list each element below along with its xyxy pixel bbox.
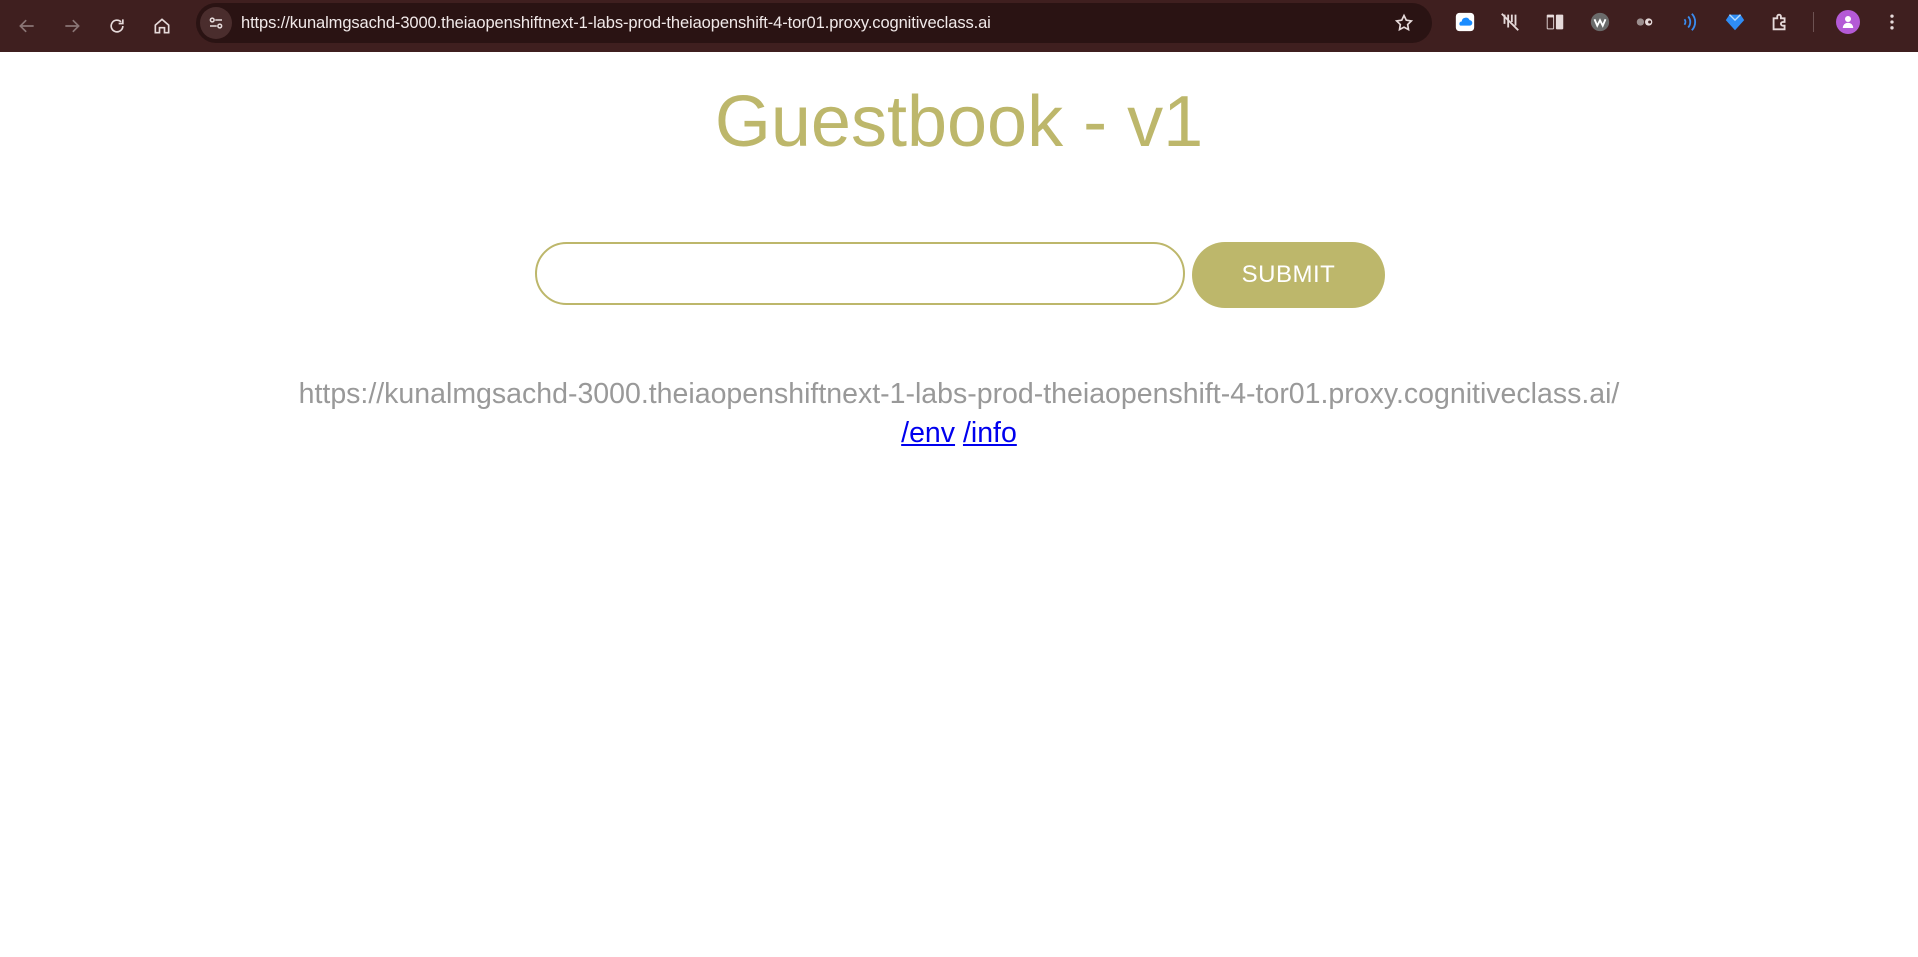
tune-icon — [209, 17, 223, 29]
gem-extension[interactable] — [1723, 10, 1747, 34]
gem-icon — [1725, 14, 1745, 31]
wifi-signal-icon — [1683, 13, 1696, 31]
bookmark-button[interactable] — [1392, 11, 1416, 35]
toggle-icon — [1636, 18, 1653, 26]
guestbook-entry-input[interactable] — [535, 242, 1185, 305]
home-icon — [154, 18, 170, 34]
info-link[interactable]: /info — [963, 417, 1017, 449]
w-logo-icon — [1590, 12, 1610, 32]
url-text[interactable]: https://kunalmgsachd-3000.theiaopenshift… — [241, 3, 991, 43]
site-info-button[interactable] — [200, 7, 232, 39]
profile-button[interactable] — [1836, 10, 1860, 34]
home-button[interactable] — [144, 8, 180, 44]
cloud-icon — [1455, 12, 1475, 32]
no-tracking-extension[interactable] — [1498, 10, 1522, 34]
submit-button[interactable]: SUBMIT — [1192, 242, 1385, 308]
forward-arrow-icon — [65, 19, 80, 33]
back-arrow-icon — [19, 19, 34, 33]
address-bar[interactable]: https://kunalmgsachd-3000.theiaopenshift… — [196, 3, 1432, 43]
forward-button[interactable] — [54, 8, 90, 44]
reload-icon — [110, 19, 124, 33]
extensions-button[interactable] — [1768, 10, 1792, 34]
browser-toolbar: https://kunalmgsachd-3000.theiaopenshift… — [0, 0, 1918, 52]
base-url-text: https://kunalmgsachd-3000.theiaopenshift… — [298, 378, 1620, 410]
env-link[interactable]: /env — [901, 417, 955, 449]
w-logo-extension[interactable] — [1588, 10, 1612, 34]
split-view-extension[interactable] — [1543, 10, 1567, 34]
toolbar-divider — [1813, 12, 1814, 32]
wifi-signal-extension[interactable] — [1678, 10, 1702, 34]
back-button[interactable] — [9, 8, 45, 44]
reload-button[interactable] — [99, 8, 135, 44]
star-icon — [1394, 13, 1414, 32]
split-view-icon — [1546, 14, 1564, 30]
kebab-menu-icon — [1890, 14, 1894, 30]
cloud-extension[interactable] — [1453, 10, 1477, 34]
avatar-icon — [1842, 16, 1854, 28]
puzzle-icon — [1772, 13, 1786, 31]
links-row: /env /info — [0, 416, 1918, 450]
page-title: Guestbook - v1 — [714, 82, 1204, 162]
toggle-extension[interactable] — [1633, 10, 1657, 34]
browser-menu-button[interactable] — [1882, 10, 1902, 34]
no-tracking-icon — [1501, 13, 1519, 31]
